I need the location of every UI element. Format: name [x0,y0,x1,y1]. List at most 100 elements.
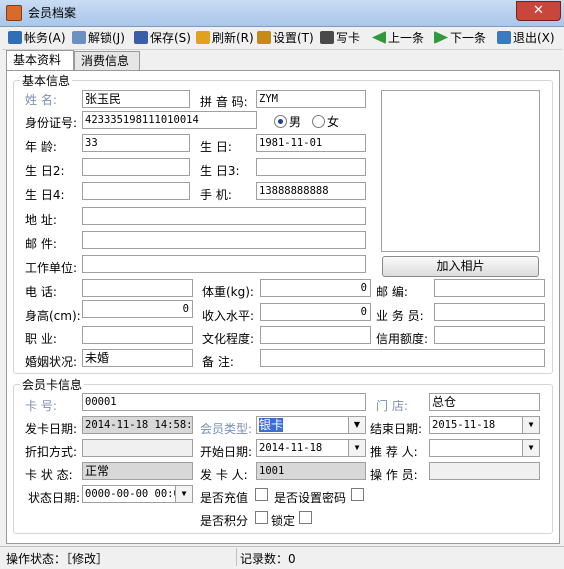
postcode-label: 邮 编: [376,285,408,299]
id-number-field[interactable]: 423335198111010014 [82,111,257,129]
gender-female-radio[interactable] [312,115,325,128]
marriage-field[interactable]: 未婚 [82,349,193,367]
remark-field[interactable] [260,349,545,367]
issue-date-label: 发卡日期: [25,422,78,436]
weight-label: 体重(kg): [202,285,254,299]
write-card-button[interactable]: 写卡 [320,29,360,47]
mobile-field[interactable]: 13888888888 [256,182,366,200]
discount-label: 折扣方式: [25,445,78,459]
exit-icon [497,31,511,44]
ledger-label: 帐务(A) [24,31,66,45]
settings-label: 设置(T) [273,31,314,45]
card-status-field[interactable]: 正常 [82,462,193,480]
email-field[interactable] [82,231,366,249]
add-photo-button[interactable]: 加入相片 [382,256,539,277]
store-field[interactable]: 总仓 [429,393,540,411]
chevron-down-icon[interactable]: ▼ [522,417,539,433]
pinyin-field[interactable]: ZYM [256,90,366,108]
refresh-icon [196,31,210,44]
referrer-label: 推 荐 人: [370,445,418,459]
job-label: 职 业: [25,332,57,346]
settings-button[interactable]: 设置(T) [257,29,314,47]
member-type-select[interactable]: 银卡 ▼ [256,416,366,434]
gender-male-radio[interactable] [274,115,287,128]
id-label: 身份证号: [25,116,78,130]
app-icon [6,5,22,21]
photo-box[interactable] [381,90,540,252]
tab-basic[interactable]: 基本资料 [6,50,74,71]
address-field[interactable] [82,207,366,225]
status-date-label: 状态日期: [28,491,81,505]
birthday4-field[interactable] [82,182,190,200]
prev-icon [372,31,386,44]
mobile-label: 手 机: [200,188,232,202]
education-label: 文化程度: [202,332,255,346]
birthday4-label: 生 日4: [25,188,65,202]
lock-checkbox[interactable] [299,511,312,524]
weight-field[interactable]: 0 [260,279,371,297]
ledger-button[interactable]: 帐务(A) [8,29,66,47]
work-field[interactable] [82,255,366,273]
education-field[interactable] [260,326,371,344]
member-type-label: 会员类型: [200,422,253,436]
age-field[interactable]: 33 [82,134,190,152]
birthday2-label: 生 日2: [25,164,65,178]
card-write-icon [320,31,334,44]
start-date-value: 2014-11-18 [259,442,323,454]
credit-field[interactable] [434,326,545,344]
member-type-value: 银卡 [259,418,284,432]
height-field[interactable]: 0 [82,300,193,318]
operator-field[interactable] [429,462,540,480]
ledger-icon [8,31,22,44]
income-label: 收入水平: [202,309,255,323]
chevron-down-icon[interactable]: ▼ [348,440,365,456]
card-status-label: 卡 状 态: [25,468,73,482]
address-label: 地 址: [25,213,57,227]
window-title: 会员档案 [28,6,77,20]
chevron-down-icon[interactable]: ▼ [175,486,192,502]
next-button[interactable]: 下一条 [434,29,486,47]
chevron-down-icon[interactable]: ▼ [522,440,539,456]
status-separator [236,548,237,566]
close-button[interactable]: ✕ [516,1,561,21]
salesman-field[interactable] [434,303,545,321]
birthday2-field[interactable] [82,158,190,176]
recharge-checkbox[interactable] [255,488,268,501]
prev-label: 上一条 [388,31,425,45]
remark-label: 备 注: [202,355,234,369]
referrer-select[interactable]: ▼ [429,439,540,457]
unlock-icon [72,31,86,44]
unlock-button[interactable]: 解锁(J) [72,29,125,47]
save-label: 保存(S) [150,31,191,45]
postcode-field[interactable] [434,279,545,297]
status-date-select[interactable]: 0000-00-00 00:00 ▼ [82,485,193,503]
discount-field[interactable] [82,439,193,457]
end-date-select[interactable]: 2015-11-18 ▼ [429,416,540,434]
birthday3-field[interactable] [256,158,366,176]
issue-date-field[interactable]: 2014-11-18 14:58:1 [82,416,193,434]
start-date-select[interactable]: 2014-11-18 ▼ [256,439,366,457]
email-label: 邮 件: [25,237,57,251]
refresh-button[interactable]: 刷新(R) [196,29,254,47]
tab-consumption[interactable]: 消费信息 [74,51,140,71]
income-field[interactable]: 0 [260,303,371,321]
save-button[interactable]: 保存(S) [134,29,191,47]
points-checkbox[interactable] [255,511,268,524]
prev-button[interactable]: 上一条 [372,29,424,47]
exit-button[interactable]: 退出(X) [497,29,555,47]
set-password-label: 是否设置密码 [274,491,347,505]
birthday-field[interactable]: 1981-11-01 [256,134,366,152]
issuer-label: 发 卡 人: [200,468,248,482]
next-label: 下一条 [450,31,487,45]
name-field[interactable]: 张玉民 [82,90,190,108]
next-icon [434,31,448,44]
job-field[interactable] [82,326,193,344]
work-label: 工作单位: [25,261,78,275]
issuer-field[interactable]: 1001 [256,462,366,480]
chevron-down-icon[interactable]: ▼ [348,417,365,433]
set-password-checkbox[interactable] [351,488,364,501]
phone-field[interactable] [82,279,193,297]
settings-icon [257,31,271,44]
unlock-label: 解锁(J) [88,31,125,45]
card-number-field[interactable]: 00001 [82,393,366,411]
